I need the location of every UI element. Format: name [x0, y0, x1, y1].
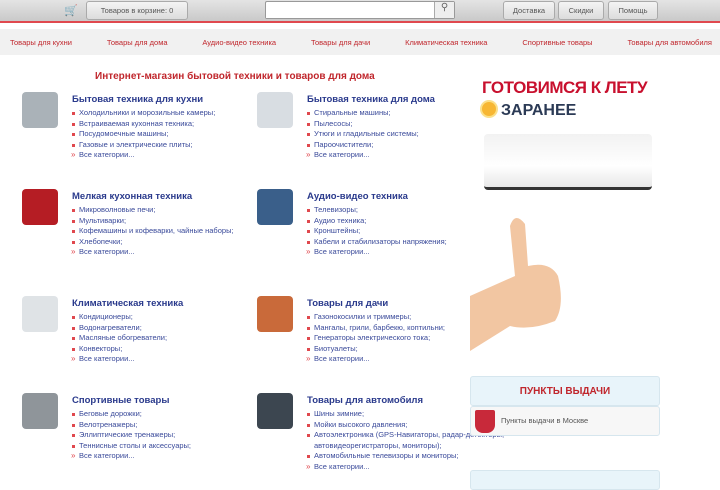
all-categories-link[interactable]: Все категории...	[71, 451, 272, 462]
treadmill-icon[interactable]	[22, 393, 58, 429]
category-link[interactable]: Посудомоечные машины;	[72, 129, 272, 140]
category-title[interactable]: Аудио-видео техника	[307, 191, 507, 202]
thumbs-up-image	[470, 217, 561, 351]
nav-auto[interactable]: Товары для автомобиля	[627, 38, 712, 47]
all-categories-link[interactable]: Все категории...	[71, 354, 272, 365]
cart-icon[interactable]: 🛒	[64, 4, 78, 17]
category-link[interactable]: Газовые и электрические плиты;	[72, 140, 272, 151]
category-link[interactable]: Теннисные столы и аксессуары;	[72, 441, 272, 452]
category-link[interactable]: Конвекторы;	[72, 344, 272, 355]
category-link[interactable]: Кондиционеры;	[72, 312, 272, 323]
house-icon[interactable]	[257, 296, 293, 332]
nav-home[interactable]: Товары для дома	[107, 38, 168, 47]
category-title[interactable]: Мелкая кухонная техника	[72, 191, 272, 202]
category-link[interactable]: Эллиптические тренажеры;	[72, 430, 272, 441]
nav-kitchen[interactable]: Товары для кухни	[10, 38, 72, 47]
kettle-icon[interactable]	[22, 189, 58, 225]
category-title[interactable]: Бытовая техника для кухни	[72, 94, 272, 105]
air-conditioner-icon[interactable]	[22, 296, 58, 332]
washing-machine-icon[interactable]	[257, 92, 293, 128]
category-block: Спортивные товары Беговые дорожки; Велотре…	[22, 393, 272, 462]
category-title[interactable]: Бытовая техника для дома	[307, 94, 507, 105]
category-link[interactable]: Пароочистители;	[307, 140, 507, 151]
sidebar-box	[470, 470, 660, 490]
pickup-points-header: ПУНКТЫ ВЫДАЧИ	[470, 376, 660, 406]
promo-line-1[interactable]: ГОТОВИМСЯ К ЛЕТУ	[482, 78, 648, 98]
category-link[interactable]: Микроволновые печи;	[72, 205, 272, 216]
pickup-moscow-label: Пункты выдачи в Москве	[501, 416, 589, 425]
category-link[interactable]: Холодильники и морозильные камеры;	[72, 108, 272, 119]
category-link[interactable]: Кофемашины и кофеварки, чайные наборы;	[72, 226, 272, 237]
all-categories-link[interactable]: Все категории...	[71, 150, 272, 161]
category-block: Бытовая техника для кухни Холодильники и …	[22, 92, 272, 161]
category-link[interactable]: Мультиварки;	[72, 216, 272, 227]
help-link[interactable]: Помощь	[608, 1, 658, 20]
category-link[interactable]: Масляные обогреватели;	[72, 333, 272, 344]
category-title[interactable]: Спортивные товары	[72, 395, 272, 406]
promo-line-2[interactable]: ЗАРАНЕЕ	[501, 102, 576, 119]
search-input[interactable]	[266, 3, 434, 18]
category-link[interactable]: Водонагреватели;	[72, 323, 272, 334]
all-categories-link[interactable]: Все категории...	[71, 247, 272, 258]
nav-audio-video[interactable]: Аудио-видео техника	[202, 38, 276, 47]
moscow-coat-of-arms-icon	[475, 410, 495, 433]
top-bar: 🛒 Товаров в корзине: 0 ⚲ Доставка Скидки…	[0, 0, 720, 23]
discounts-link[interactable]: Скидки	[558, 1, 604, 20]
category-link[interactable]: Стиральные машины;	[307, 108, 507, 119]
air-conditioner-image[interactable]	[484, 134, 652, 190]
pickup-moscow-link[interactable]: Пункты выдачи в Москве	[470, 406, 660, 436]
all-categories-link[interactable]: Все категории...	[306, 150, 507, 161]
nav-climate[interactable]: Климатическая техника	[405, 38, 487, 47]
category-link[interactable]: Утюги и гладильные системы;	[307, 129, 507, 140]
category-title[interactable]: Климатическая техника	[72, 298, 272, 309]
page-title: Интернет-магазин бытовой техники и товар…	[95, 71, 375, 82]
tv-icon[interactable]	[257, 189, 293, 225]
category-link[interactable]: Беговые дорожки;	[72, 409, 272, 420]
category-link[interactable]: Автомобильные телевизоры и мониторы;	[307, 451, 507, 462]
category-link[interactable]: Пылесосы;	[307, 119, 507, 130]
category-link[interactable]: Хлебопечки;	[72, 237, 272, 248]
category-block: Бытовая техника для дома Стиральные машин…	[257, 92, 507, 161]
category-block: Мелкая кухонная техника Микроволновые печ…	[22, 189, 272, 258]
category-block: Климатическая техника Кондиционеры; Водона…	[22, 296, 272, 365]
search-icon[interactable]: ⚲	[434, 2, 454, 18]
category-link[interactable]: Встраиваемая кухонная техника;	[72, 119, 272, 130]
delivery-link[interactable]: Доставка	[503, 1, 555, 20]
sun-icon	[482, 102, 496, 116]
category-nav: Товары для кухни Товары для дома Аудио-в…	[0, 29, 720, 55]
cart-button[interactable]: Товаров в корзине: 0	[86, 1, 188, 20]
car-icon[interactable]	[257, 393, 293, 429]
category-link[interactable]: Велотренажеры;	[72, 420, 272, 431]
fridge-icon[interactable]	[22, 92, 58, 128]
nav-sport[interactable]: Спортивные товары	[522, 38, 592, 47]
nav-dacha[interactable]: Товары для дачи	[311, 38, 370, 47]
search-box: ⚲	[265, 1, 455, 19]
